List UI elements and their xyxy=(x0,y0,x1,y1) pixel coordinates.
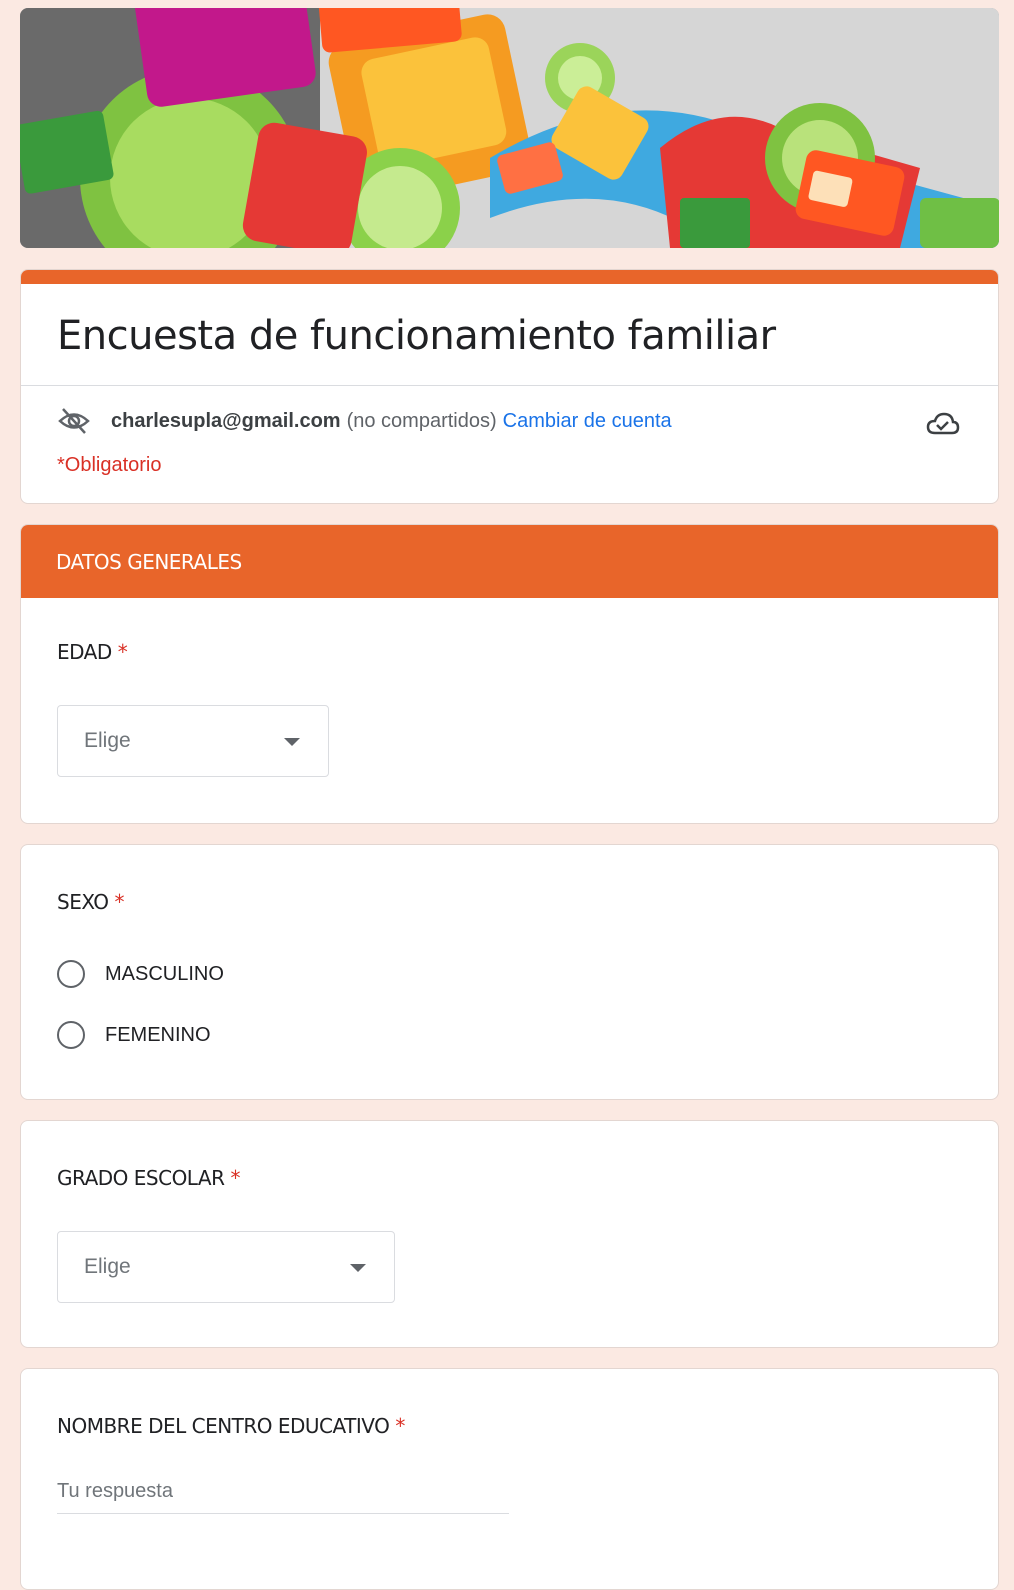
question-label-text: NOMBRE DEL CENTRO EDUCATIVO xyxy=(57,1414,390,1438)
question-label-text: SEXO xyxy=(57,890,109,914)
required-asterisk: * xyxy=(114,890,125,914)
select-value: Elige xyxy=(84,1255,131,1278)
select-value: Elige xyxy=(84,729,131,752)
arrow-drop-down-icon xyxy=(350,1264,366,1272)
question-centro-label: NOMBRE DEL CENTRO EDUCATIVO * xyxy=(57,1414,962,1438)
radio-button[interactable] xyxy=(57,960,85,988)
switch-account-link[interactable]: Cambiar de cuenta xyxy=(503,410,672,433)
section-title: DATOS GENERALES xyxy=(21,525,998,598)
option-masculino[interactable]: MASCULINO xyxy=(57,954,962,994)
required-asterisk: * xyxy=(117,640,128,664)
not-shared-note: (no compartidos) xyxy=(346,409,497,432)
required-asterisk: * xyxy=(230,1166,240,1190)
question-card-sexo: SEXO * MASCULINO FEMENINO xyxy=(20,844,999,1100)
required-note: *Obligatorio xyxy=(57,454,162,476)
centro-educativo-input[interactable] xyxy=(57,1474,509,1514)
edad-select[interactable]: Elige xyxy=(57,705,329,777)
option-label: FEMENINO xyxy=(105,1023,211,1046)
question-card-grado-escolar: GRADO ESCOLAR * Elige xyxy=(20,1120,999,1348)
header-banner-image xyxy=(20,8,999,248)
cloud-done-icon xyxy=(926,412,960,435)
question-label-text: EDAD xyxy=(57,640,112,664)
accent-bar xyxy=(21,270,998,284)
question-label-text: GRADO ESCOLAR xyxy=(57,1166,225,1190)
question-edad-label: EDAD * xyxy=(57,640,962,664)
section-card-datos-generales: DATOS GENERALES EDAD * Elige xyxy=(20,524,999,824)
question-card-centro-educativo: NOMBRE DEL CENTRO EDUCATIVO * xyxy=(20,1368,999,1590)
arrow-drop-down-icon xyxy=(284,738,300,746)
form-header-card: Encuesta de funcionamiento familiar char… xyxy=(20,269,999,504)
grado-escolar-select[interactable]: Elige xyxy=(57,1231,395,1303)
option-femenino[interactable]: FEMENINO xyxy=(57,1015,962,1055)
account-email: charlesupla@gmail.com xyxy=(111,409,341,432)
required-asterisk: * xyxy=(395,1414,405,1438)
question-sexo-label: SEXO * xyxy=(57,890,962,914)
form-title: Encuesta de funcionamiento familiar xyxy=(57,313,776,359)
form-container: Encuesta de funcionamiento familiar char… xyxy=(20,8,999,1590)
eye-off-icon xyxy=(58,408,90,434)
radio-button[interactable] xyxy=(57,1021,85,1049)
question-grado-label: GRADO ESCOLAR * xyxy=(57,1166,962,1190)
account-row: charlesupla@gmail.com (no compartidos) C… xyxy=(21,386,998,436)
option-label: MASCULINO xyxy=(105,962,224,985)
